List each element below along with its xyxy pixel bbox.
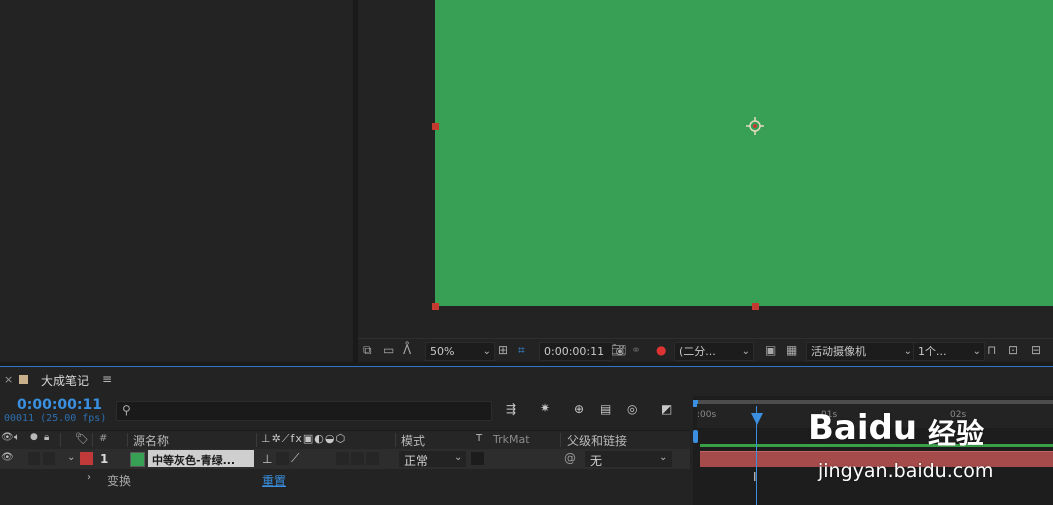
watermark-brand: Baidu — [808, 408, 918, 448]
viewer-toolbar: ⧉ ▭ ᐰ 50% ⌄ ⊞ ⌗ 0:00:00:11 📷︎ ⚭ ● (二分... ⌄… — [358, 338, 1053, 363]
channel-icon[interactable]: ● — [656, 342, 666, 359]
effects-switch[interactable] — [336, 452, 349, 465]
frame-blending-icon[interactable]: ▤ — [600, 402, 611, 416]
motion-blur-icon[interactable]: ◎ — [627, 402, 637, 416]
watermark-url: jingyan.baidu.com — [818, 460, 994, 482]
watermark-product: 经验 — [928, 417, 985, 450]
timeline-tab-title[interactable]: 大成笔记 — [41, 372, 89, 389]
chevron-right-icon[interactable]: › — [87, 472, 91, 483]
layer-column-header: 👁︎ 🔈︎ ● 🔒︎ 🏷︎ # 源名称 ⊥✲⟋fx▣◐◒⬡ 模式 T TrkMa… — [0, 430, 690, 450]
motion-blur-switch[interactable] — [351, 452, 364, 465]
reset-exposure-icon[interactable]: ⊡ — [1008, 342, 1018, 359]
layer-label-color[interactable] — [80, 452, 93, 465]
collapse-switch[interactable] — [276, 452, 289, 465]
views-value: 1个... — [918, 345, 947, 358]
pick-whip-icon[interactable]: @ — [564, 451, 576, 465]
composition-canvas-right[interactable] — [755, 0, 1053, 306]
camera-dropdown[interactable]: 活动摄像机 ⌄ — [806, 342, 916, 361]
audio-icon[interactable]: 🔈︎ — [14, 432, 20, 443]
resolution-dropdown[interactable]: (二分... ⌄ — [674, 342, 754, 361]
layer-number: 1 — [100, 452, 109, 466]
zoom-dropdown[interactable]: 50% ⌄ — [425, 342, 495, 361]
lock-toggle[interactable] — [43, 452, 55, 465]
search-icon: ⚲ — [122, 403, 131, 417]
graph-editor-icon[interactable]: ◩ — [661, 402, 672, 416]
layer-switches-icons: ⊥✲⟋fx▣◐◒⬡ — [261, 432, 347, 445]
comp-color-swatch — [19, 375, 28, 384]
chevron-down-icon: ⌄ — [454, 452, 463, 463]
solo-icon[interactable]: ● — [30, 432, 38, 442]
composition-mini-flowchart-icon[interactable]: ⇶ — [506, 402, 516, 416]
resolution-value: (二分... — [679, 345, 716, 358]
show-snapshot-icon[interactable]: ⚭ — [631, 342, 641, 359]
zoom-value: 50% — [430, 345, 455, 358]
reset-link[interactable]: 重置 — [262, 472, 286, 489]
chevron-down-icon: ⌄ — [972, 346, 981, 357]
mode-header[interactable]: 模式 — [401, 432, 425, 449]
baidu-watermark: Baidu 经验 jingyan.baidu.com — [808, 392, 1048, 505]
hide-shy-layers-icon[interactable]: ⊕ — [574, 402, 584, 416]
toggle-transparency-icon[interactable]: ▦ — [786, 342, 797, 359]
in-point-handle[interactable] — [693, 430, 698, 443]
chevron-down-icon: ⌄ — [482, 346, 491, 357]
chevron-down-icon: ⌄ — [903, 346, 912, 357]
project-panel — [0, 0, 353, 362]
composition-canvas[interactable] — [435, 0, 755, 306]
chevron-down-icon: ⌄ — [741, 346, 750, 357]
anchor-point-icon[interactable] — [745, 116, 765, 136]
blend-mode-value: 正常 — [404, 454, 429, 468]
draft-3d-icon[interactable]: ✷ — [540, 401, 550, 415]
frames-readout: 00011 (25.00 fps) — [4, 413, 107, 424]
camera-value: 活动摄像机 — [811, 345, 866, 358]
transparency-grid-icon[interactable]: ⌗ — [518, 342, 525, 359]
transform-label: 变换 — [107, 474, 132, 488]
layer-name: 中等灰色-青绿... — [152, 454, 236, 467]
transform-group-row[interactable]: › 变换 重置 — [0, 470, 690, 488]
monitor-icon[interactable]: ▭ — [383, 342, 394, 359]
solo-toggle[interactable] — [28, 452, 40, 465]
panel-menu-icon[interactable]: ≡ — [102, 372, 112, 386]
flowchart-icon[interactable]: ⊟ — [1031, 342, 1041, 359]
layer-handle-left[interactable] — [432, 123, 439, 130]
fast-previews-icon[interactable]: ▣ — [765, 342, 776, 359]
timeline-timecode[interactable]: 0:00:00:11 — [17, 397, 102, 413]
lock-icon[interactable]: 🔒︎ — [44, 432, 49, 443]
playhead-handle[interactable] — [751, 413, 763, 425]
preserve-transparency-toggle[interactable] — [471, 452, 484, 465]
visibility-eye-icon[interactable]: 👁︎ — [1, 452, 14, 463]
parent-header[interactable]: 父级和链接 — [567, 432, 627, 449]
region-of-interest-icon[interactable]: ⊞ — [498, 342, 508, 359]
source-name-header[interactable]: 源名称 — [133, 432, 169, 449]
mask-icon[interactable]: ᐰ — [403, 342, 411, 359]
solid-swatch — [130, 452, 145, 467]
always-preview-icon[interactable]: ⧉ — [363, 342, 372, 359]
close-tab-icon[interactable]: × — [4, 373, 13, 386]
label-tag-icon[interactable]: 🏷︎ — [75, 432, 89, 445]
shy-switch-icon[interactable]: ⊥ — [262, 452, 272, 466]
preserve-transparency-header[interactable]: T — [476, 433, 482, 444]
layer-number-header[interactable]: # — [99, 433, 107, 444]
eye-icon[interactable]: 👁︎ — [1, 432, 14, 443]
chevron-down-icon[interactable]: ⌄ — [67, 452, 75, 463]
layer-handle-bottom[interactable] — [752, 303, 759, 310]
views-dropdown[interactable]: 1个... ⌄ — [913, 342, 985, 361]
timeline-tab-bar: × 大成笔记 ≡ — [0, 366, 1053, 393]
viewer-timecode[interactable]: 0:00:00:11 — [539, 342, 613, 361]
layer-row[interactable]: 👁︎ ⌄ 1 中等灰色-青绿... ⊥ ⟋ 正常 ⌄ @ 无 ⌄ — [0, 449, 690, 469]
layer-handle-bottom-left[interactable] — [432, 303, 439, 310]
layer-search-input[interactable]: ⚲ — [116, 401, 492, 421]
parent-value: 无 — [590, 454, 603, 468]
ruler-label-0: :00s — [697, 410, 717, 420]
quality-switch-icon[interactable]: ⟋ — [291, 451, 299, 466]
text-cursor-icon: I — [753, 470, 757, 484]
3d-layer-switch[interactable] — [366, 452, 379, 465]
trkmat-header[interactable]: TrkMat — [493, 433, 530, 446]
toggle-pixel-aspect-icon[interactable]: ⊓ — [987, 342, 996, 359]
chevron-down-icon: ⌄ — [659, 452, 668, 463]
camera-snapshot-icon[interactable]: 📷︎ — [611, 342, 626, 359]
